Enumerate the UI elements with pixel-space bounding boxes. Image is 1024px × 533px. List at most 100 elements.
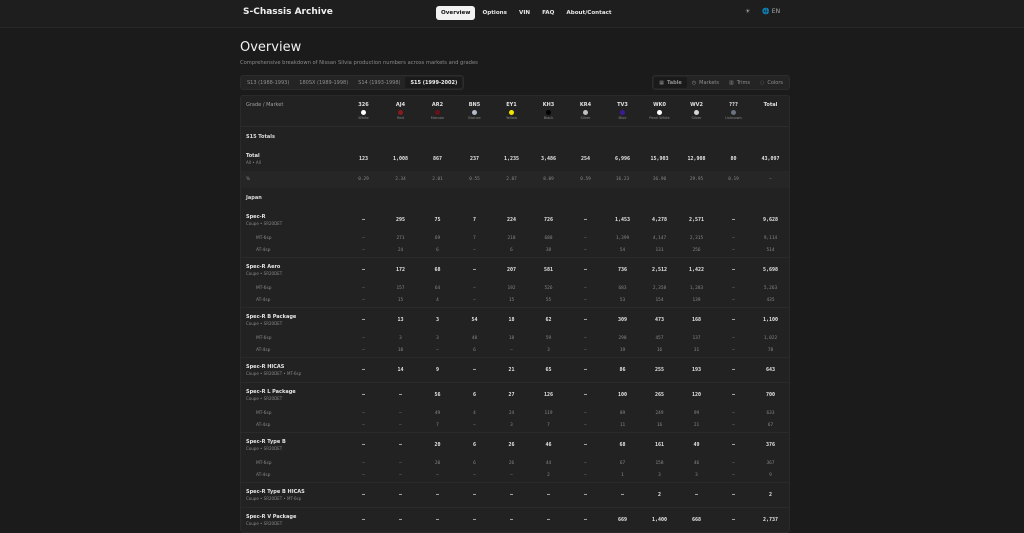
value-cell: – [567, 358, 604, 383]
value-cell: 8.09 [530, 171, 567, 188]
language-selector[interactable]: 🌐 EN [762, 8, 780, 15]
value-cell: – [567, 345, 604, 358]
value-cell: 12,908 [678, 147, 715, 171]
grade-row[interactable]: Spec-R B PackageCoupe • SR20DET–13354186… [241, 308, 789, 333]
total-cell: 643 [752, 358, 789, 383]
color-column-header[interactable]: WV2Silver [678, 96, 715, 127]
color-column-header[interactable]: EY1Yellow [493, 96, 530, 127]
color-name: Black [530, 116, 567, 120]
app-title[interactable]: S-Chassis Archive [243, 7, 333, 17]
value-cell: 55 [530, 295, 567, 308]
header-tools: ☀ 🌐 EN [745, 8, 780, 15]
value-cell: 69 [419, 232, 456, 245]
bar-chart-icon: ▥ [729, 80, 734, 86]
value-cell: – [493, 508, 530, 533]
color-swatch-icon [361, 110, 366, 115]
grade-row[interactable]: Spec-RCoupe • SR20DET–295757224726–1,453… [241, 208, 789, 232]
value-cell: 62 [530, 308, 567, 333]
color-code: AJ4 [396, 102, 405, 108]
value-cell: – [567, 308, 604, 333]
table-icon: ▦ [659, 80, 664, 86]
value-cell: 2,315 [678, 232, 715, 245]
value-cell: – [715, 295, 752, 308]
value-cell: – [715, 232, 752, 245]
value-cell: 0.19 [715, 171, 752, 188]
value-cell: 21 [678, 420, 715, 433]
value-cell: 3 [419, 332, 456, 345]
grade-row[interactable]: Spec-R HICASCoupe • SR20DET • MT-6sp–149… [241, 358, 789, 383]
view-tab-trims[interactable]: ▥Trims [724, 77, 755, 88]
grade-row[interactable]: Spec-R V PackageCoupe • SR20DET–––––––66… [241, 508, 789, 533]
transmission-row: MT-6sp––49424119–8924999–633 [241, 407, 789, 420]
nav-options[interactable]: Options [477, 6, 512, 20]
value-cell: – [419, 508, 456, 533]
grade-row[interactable]: Spec-R Type B HICASCoupe • SR20DET • MT-… [241, 483, 789, 508]
value-cell: 15 [493, 295, 530, 308]
value-cell: 668 [678, 508, 715, 533]
transmission-label: MT-6sp [241, 282, 345, 295]
view-tab-markets[interactable]: ◷Markets [687, 77, 724, 88]
value-cell: 4,278 [641, 208, 678, 232]
view-tab-colors[interactable]: ◌Colors [755, 77, 788, 88]
production-table: Grade / Market326WhiteAJ4RedAR2MaroonBN5… [241, 96, 789, 532]
value-cell: 0.55 [456, 171, 493, 188]
value-cell: – [715, 245, 752, 258]
value-cell: 19 [604, 345, 641, 358]
chassis-tab[interactable]: S14 (1993-1998) [353, 77, 405, 88]
value-cell: 1,400 [641, 508, 678, 533]
value-cell: – [382, 383, 419, 408]
chassis-tab[interactable]: 180SX (1989-1998) [294, 77, 353, 88]
value-cell: 7 [530, 420, 567, 433]
color-column-header[interactable]: TV3Blue [604, 96, 641, 127]
color-column-header[interactable]: KH3Black [530, 96, 567, 127]
value-cell: 2 [530, 470, 567, 483]
value-cell: – [345, 345, 382, 358]
nav-overview[interactable]: Overview [436, 6, 475, 20]
grade-label: TotalAll • All [241, 147, 345, 171]
chassis-tab[interactable]: S15 (1999-2002) [405, 77, 462, 88]
value-cell: 0.59 [567, 171, 604, 188]
value-cell: 3 [382, 332, 419, 345]
chassis-tabs: S13 (1988-1993)180SX (1989-1998)S14 (199… [240, 75, 464, 90]
value-cell: 457 [641, 332, 678, 345]
sun-icon[interactable]: ☀ [745, 8, 750, 15]
total-cell: 2,737 [752, 508, 789, 533]
value-cell: – [345, 358, 382, 383]
palette-icon: ◌ [760, 80, 764, 86]
color-column-header[interactable]: BN5Bronze [456, 96, 493, 127]
value-cell: 38 [530, 245, 567, 258]
nav-vin[interactable]: VIN [514, 6, 535, 20]
total-cell: 700 [752, 383, 789, 408]
grade-row[interactable]: Spec-R L PackageCoupe • SR20DET––5662712… [241, 383, 789, 408]
value-cell: – [530, 508, 567, 533]
transmission-label: AT-4sp [241, 345, 345, 358]
color-column-header[interactable]: WK0Pearl White [641, 96, 678, 127]
value-cell: 168 [678, 308, 715, 333]
value-cell: 2.34 [382, 171, 419, 188]
grade-name: Total [246, 153, 345, 159]
chassis-tab[interactable]: S13 (1988-1993) [242, 77, 294, 88]
color-column-header[interactable]: AR2Maroon [419, 96, 456, 127]
value-cell: – [345, 245, 382, 258]
value-cell: 254 [567, 147, 604, 171]
value-cell: 172 [382, 258, 419, 283]
view-tab-table[interactable]: ▦Table [654, 77, 687, 88]
value-cell: – [567, 433, 604, 458]
color-column-header[interactable]: ???Unknown [715, 96, 752, 127]
color-column-header[interactable]: AJ4Red [382, 96, 419, 127]
grade-row[interactable]: Spec-R Type BCoupe • SR20DET––2062646–68… [241, 433, 789, 458]
value-cell: 2.01 [419, 171, 456, 188]
nav-faq[interactable]: FAQ [537, 6, 559, 20]
nav-about-contact[interactable]: About/Contact [561, 6, 616, 20]
color-column-header[interactable]: KR4Silver [567, 96, 604, 127]
grade-row[interactable]: TotalAll • All1231,0088672371,2353,48625… [241, 147, 789, 171]
color-swatch-icon [546, 110, 551, 115]
total-cell: 43,097 [752, 147, 789, 171]
value-cell: 2,358 [641, 282, 678, 295]
value-cell: 1,283 [678, 282, 715, 295]
value-cell: 2,512 [641, 258, 678, 283]
value-cell: – [715, 383, 752, 408]
value-cell: 6 [456, 433, 493, 458]
grade-row[interactable]: Spec-R AeroCoupe • SR20DET–17268–207581–… [241, 258, 789, 283]
color-column-header[interactable]: 326White [345, 96, 382, 127]
